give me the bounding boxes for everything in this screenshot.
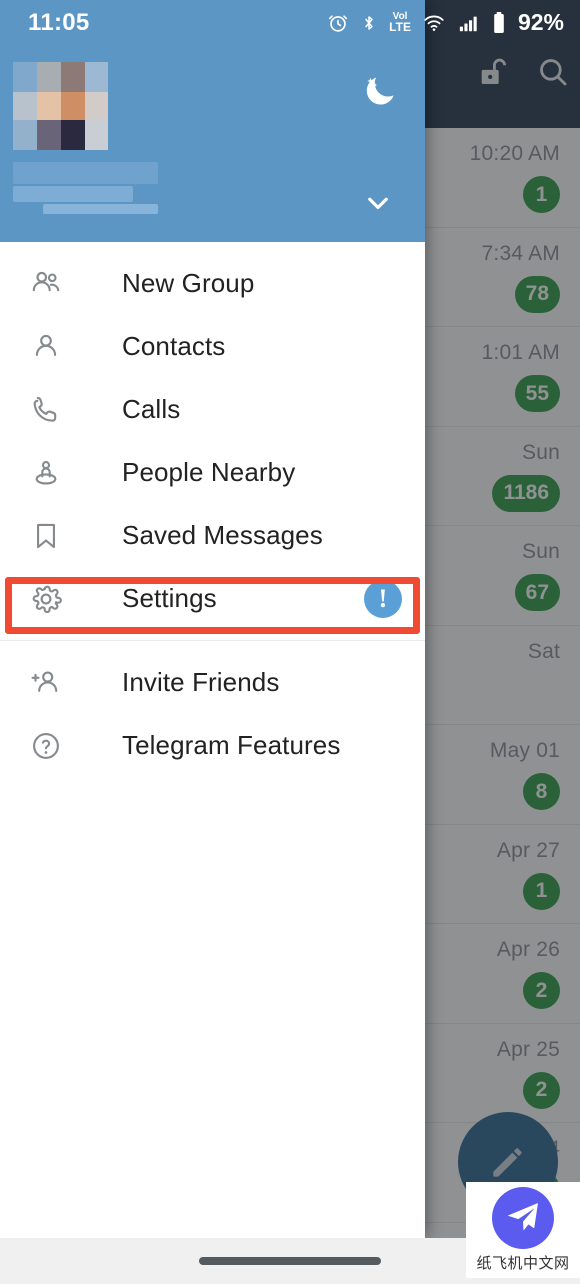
bookmark-icon (24, 514, 68, 558)
compose-pencil-icon (493, 1148, 522, 1177)
unlock-icon[interactable] (476, 55, 510, 89)
sidebar-item-label: People Nearby (122, 457, 296, 487)
location-person-icon (24, 451, 68, 495)
avatar[interactable] (13, 62, 108, 150)
chat-timestamp: Sun (522, 540, 560, 563)
person-add-icon (24, 661, 68, 705)
sidebar-item-label: Calls (122, 394, 181, 424)
watermark-text: 纸飞机中文网 (476, 1254, 570, 1272)
drawer-menu-secondary: Invite Friends Telegram Features (0, 641, 425, 787)
moon-icon (366, 77, 394, 105)
sidebar-item-people-nearby[interactable]: People Nearby (0, 441, 425, 504)
chat-timestamp: 10:20 AM (469, 142, 560, 165)
group-icon (24, 262, 68, 306)
unread-badge: 1 (523, 872, 560, 910)
volte-icon: Vol LTE (389, 11, 411, 34)
wifi-icon (422, 12, 446, 34)
profile-name (13, 162, 158, 214)
chat-timestamp: Apr 25 (496, 1037, 560, 1061)
signal-icon (457, 12, 481, 34)
sidebar-item-label: Telegram Features (122, 730, 341, 760)
unread-badge: 55 (514, 375, 560, 412)
question-circle-icon (24, 724, 68, 768)
gear-icon (24, 577, 68, 621)
sidebar-item-label: New Group (122, 268, 255, 298)
navigation-drawer[interactable]: New Group Contacts Calls People Nearby S… (0, 0, 425, 1238)
unread-badge: 8 (523, 773, 560, 810)
unread-badge: 1186 (492, 474, 560, 512)
chat-timestamp: Apr 27 (496, 838, 560, 862)
bluetooth-icon (360, 12, 378, 34)
home-gesture-pill[interactable] (199, 1257, 381, 1265)
sidebar-item-contacts[interactable]: Contacts (0, 315, 425, 378)
sidebar-item-calls[interactable]: Calls (0, 378, 425, 441)
chat-timestamp: 1:01 AM (481, 341, 560, 364)
chat-timestamp: Apr 26 (496, 938, 560, 961)
battery-percent: 92% (517, 9, 564, 35)
chat-timestamp: Sun (522, 440, 560, 464)
alarm-icon (327, 12, 349, 34)
drawer-menu-primary: New Group Contacts Calls People Nearby S… (0, 242, 425, 640)
unread-badge: 67 (514, 574, 560, 611)
status-bar: 11:05 Vol LTE 92% (0, 0, 580, 45)
sidebar-item-telegram-features[interactable]: Telegram Features (0, 714, 425, 777)
accounts-expand-button[interactable] (355, 180, 401, 226)
sidebar-item-label: Invite Friends (122, 667, 280, 697)
unread-badge: 2 (523, 1071, 560, 1109)
sidebar-item-label: Contacts (122, 331, 226, 361)
sidebar-item-settings[interactable]: Settings ! (0, 567, 425, 630)
unread-badge: 78 (514, 275, 560, 313)
status-badge: ! (364, 579, 402, 618)
search-icon[interactable] (536, 55, 570, 89)
sidebar-item-label: Saved Messages (122, 520, 323, 550)
status-clock: 11:05 (28, 8, 90, 36)
chat-timestamp: 7:34 AM (481, 241, 560, 265)
battery-icon (492, 11, 506, 35)
night-mode-toggle[interactable] (357, 68, 403, 114)
watermark: 纸飞机中文网 (466, 1182, 580, 1278)
phone-screen: 10:20 AMannel ka...17:34 AMwhile ta...78… (0, 0, 580, 1284)
sidebar-item-invite-friends[interactable]: Invite Friends (0, 651, 425, 714)
chat-timestamp: Sat (527, 639, 560, 663)
person-icon (24, 325, 68, 369)
chat-timestamp: May 01 (489, 739, 560, 762)
sidebar-item-saved-messages[interactable]: Saved Messages (0, 504, 425, 567)
sidebar-item-label: Settings (122, 583, 217, 613)
phone-icon (24, 388, 68, 432)
unread-badge: 2 (523, 972, 560, 1009)
paper-plane-icon (492, 1187, 554, 1249)
chevron-down-icon (368, 197, 388, 210)
unread-badge: 1 (523, 176, 560, 213)
sidebar-item-new-group[interactable]: New Group (0, 252, 425, 315)
